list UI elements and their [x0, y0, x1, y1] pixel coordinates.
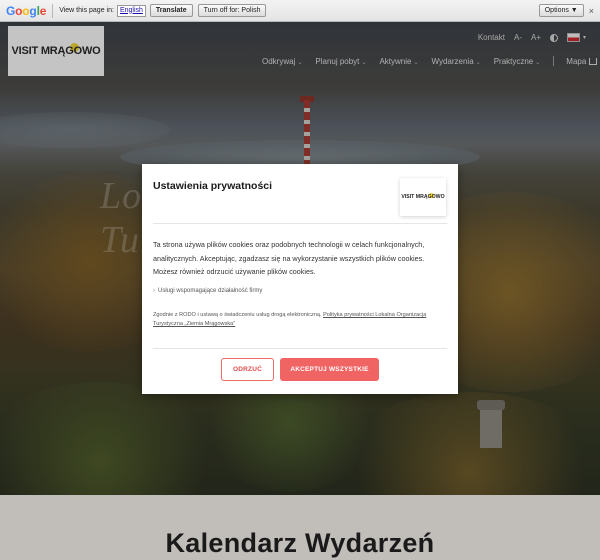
modal-legal-text: Zgodnie z RODO i ustawą o świadczeniu us… [153, 312, 427, 327]
modal-logo: VISIT MRĄGOWO [400, 178, 446, 216]
google-logo: Google [6, 3, 47, 18]
options-button[interactable]: Options ▼ [538, 4, 584, 17]
reject-button[interactable]: ODRZUĆ [221, 358, 274, 381]
turn-off-button[interactable]: Turn off for: Polish [197, 4, 267, 17]
cookie-category-toggle[interactable]: › Usługi wspomagające działalność firmy [153, 288, 262, 294]
logo-wordmark: VISIT MRĄGOWO [11, 43, 101, 57]
accept-all-button[interactable]: AKCEPTUJ WSZYSTKIE [280, 358, 379, 381]
google-translate-bar: Google View this page in: English Transl… [0, 0, 600, 22]
translate-bar-divider [52, 3, 54, 18]
language-select[interactable]: English [116, 4, 146, 17]
modal-logo-wordmark: VISIT MRĄGOWO [401, 193, 445, 200]
translate-prompt: View this page in: [59, 7, 114, 14]
close-icon[interactable]: × [589, 6, 594, 16]
translate-button[interactable]: Translate [149, 4, 193, 17]
modal-divider [153, 223, 447, 224]
modal-title: Ustawienia prywatności [153, 180, 273, 192]
chevron-right-icon: › [153, 288, 155, 294]
modal-description: Ta strona używa plików cookies oraz podo… [153, 240, 425, 276]
modal-divider [153, 348, 447, 349]
modal-backdrop [0, 495, 600, 560]
privacy-modal: Ustawienia prywatności VISIT MRĄGOWO Ta … [142, 164, 458, 394]
